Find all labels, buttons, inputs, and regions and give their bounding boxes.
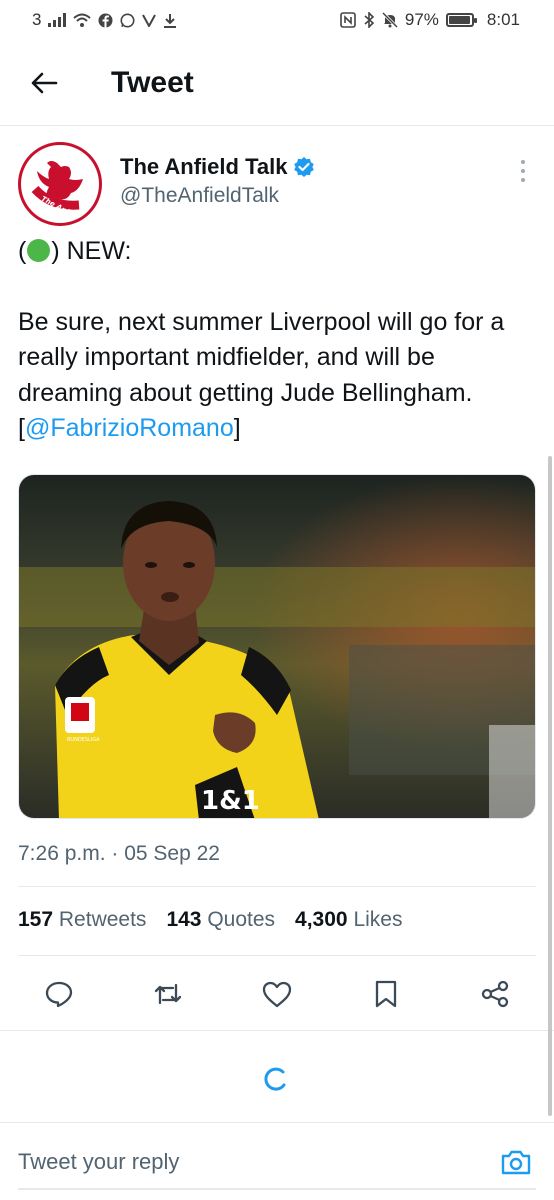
nfc-icon xyxy=(340,12,356,28)
paren-open: ( xyxy=(18,237,27,265)
reply-icon xyxy=(45,981,73,1008)
battery-icon xyxy=(445,13,477,27)
download-icon xyxy=(163,13,177,28)
divider xyxy=(18,886,536,887)
likes-label: Likes xyxy=(353,908,403,931)
more-dot xyxy=(521,160,525,164)
retweet-icon xyxy=(154,983,182,1005)
whatsapp-icon xyxy=(120,13,135,28)
status-left: 3 xyxy=(32,10,177,30)
facebook-icon xyxy=(98,13,113,28)
reply-button[interactable] xyxy=(38,973,80,1015)
tweet-stats: 157 Retweets 143 Quotes 4,300 Likes xyxy=(18,908,402,932)
like-button[interactable] xyxy=(256,973,298,1015)
retweets-stat[interactable]: 157 Retweets xyxy=(18,908,146,932)
vpn-icon xyxy=(142,13,157,27)
loading-spinner-icon xyxy=(264,1067,286,1091)
tweet-actions xyxy=(18,966,536,1022)
headline-text: ) NEW: xyxy=(51,237,132,265)
author-handle[interactable]: @TheAnfieldTalk xyxy=(120,184,315,208)
quotes-label: Quotes xyxy=(207,908,276,931)
reply-input[interactable] xyxy=(18,1137,496,1187)
mute-icon xyxy=(381,12,398,28)
bookmark-button[interactable] xyxy=(365,973,407,1015)
author-name[interactable]: The Anfield Talk xyxy=(120,154,287,180)
back-arrow-icon xyxy=(31,72,58,93)
camera-button[interactable] xyxy=(496,1142,536,1182)
verified-badge-icon xyxy=(293,156,315,178)
wifi-icon xyxy=(73,13,92,27)
likes-stat[interactable]: 4,300 Likes xyxy=(295,908,402,932)
bookmark-icon xyxy=(375,980,397,1008)
page-title: Tweet xyxy=(111,65,194,99)
more-dot xyxy=(521,169,525,173)
retweet-button[interactable] xyxy=(147,973,189,1015)
quotes-count: 143 xyxy=(166,908,202,931)
author-name-row: The Anfield Talk xyxy=(120,154,315,180)
tweet-text: ( ) NEW: Be sure, next summer Liverpool w… xyxy=(18,234,538,447)
retweets-count: 157 xyxy=(18,908,54,931)
author-info: The Anfield Talk @TheAnfieldTalk xyxy=(120,154,315,208)
divider xyxy=(0,1030,554,1031)
camera-icon xyxy=(501,1150,531,1175)
tweet-body-end: ] xyxy=(233,414,241,442)
share-button[interactable] xyxy=(474,973,516,1015)
tweet-image[interactable]: 1&1 BUNDESLIGA xyxy=(18,474,536,819)
sim-label: 3 xyxy=(32,10,42,29)
divider xyxy=(0,1122,554,1123)
tweet-author: The Anfield Talk The Anfield Talk @TheAn… xyxy=(18,142,538,226)
more-options-button[interactable] xyxy=(510,156,536,186)
likes-count: 4,300 xyxy=(295,908,348,931)
app-header: Tweet xyxy=(0,40,554,126)
shirt-sponsor: 1&1 xyxy=(201,786,260,816)
reply-underline xyxy=(18,1188,536,1190)
player-photo: 1&1 BUNDESLIGA xyxy=(19,475,535,818)
more-dot xyxy=(521,178,525,182)
liverbird-logo-icon: The Anfield Talk xyxy=(22,146,99,223)
tweet-body: Be sure, next summer Liverpool will go f… xyxy=(18,305,538,447)
divider xyxy=(18,955,536,956)
image-badge-text: BUNDESLIGA xyxy=(67,737,100,743)
status-right: 97% 8:01 xyxy=(340,10,520,30)
avatar[interactable]: The Anfield Talk xyxy=(18,142,102,226)
bluetooth-icon xyxy=(363,12,375,28)
mention-link[interactable]: @FabrizioRomano xyxy=(25,414,234,442)
signal-icon xyxy=(48,13,67,27)
scrollbar[interactable] xyxy=(548,456,552,1116)
clock: 8:01 xyxy=(486,10,520,29)
like-icon xyxy=(262,981,292,1008)
retweets-label: Retweets xyxy=(58,908,147,931)
quotes-stat[interactable]: 143 Quotes xyxy=(166,908,275,932)
battery-percent: 97% xyxy=(404,10,439,29)
tweet-headline: ( ) NEW: xyxy=(18,234,538,270)
reply-bar xyxy=(0,1124,554,1200)
share-icon xyxy=(481,980,509,1008)
tweet-timestamp[interactable]: 7:26 p.m. · 05 Sep 22 xyxy=(18,842,220,866)
back-button[interactable] xyxy=(14,53,74,113)
status-bar: 3 97% 8:01 xyxy=(0,0,554,40)
green-circle-emoji-icon xyxy=(27,239,51,262)
